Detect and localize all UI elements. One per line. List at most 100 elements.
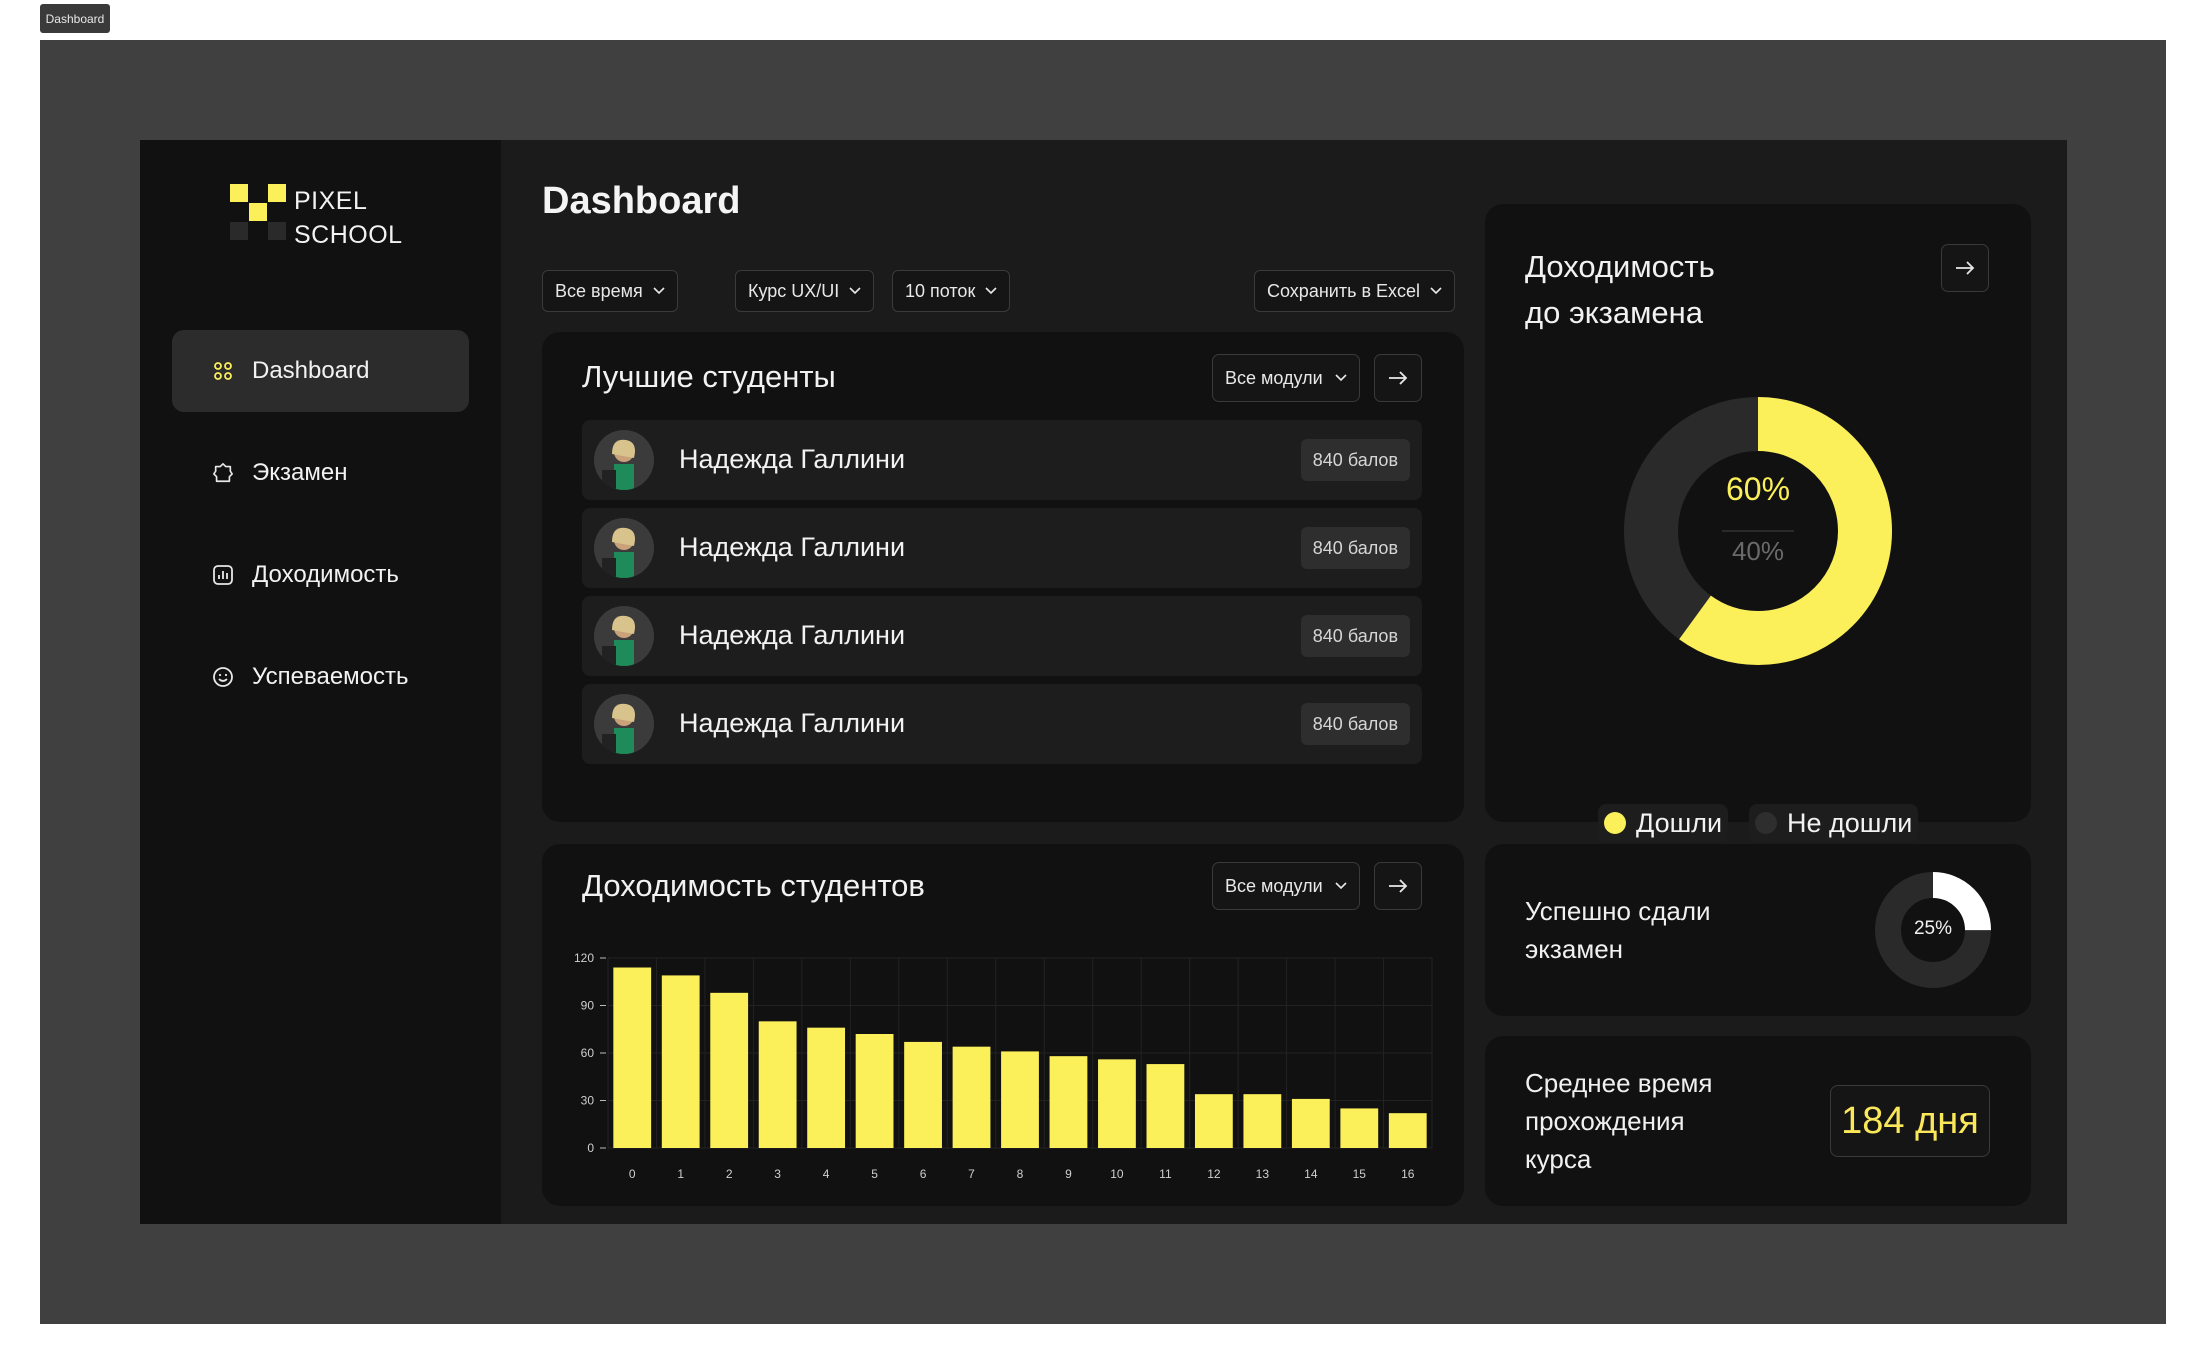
open-students-retention-button[interactable] <box>1374 862 1422 910</box>
retention-donut-chart <box>1624 397 1892 665</box>
chevron-down-icon <box>653 287 665 295</box>
stream-select[interactable]: 10 поток <box>892 270 1011 312</box>
reached-percent: 60% <box>1725 471 1791 507</box>
sidebar-item-label: Dashboard <box>252 357 370 384</box>
x-tick-label: 12 <box>1207 1167 1221 1181</box>
course-select[interactable]: Курс UX/UI <box>735 270 875 312</box>
avg-time-line3: курса <box>1525 1144 1592 1174</box>
x-tick-label: 13 <box>1256 1167 1270 1181</box>
export-excel-button[interactable]: Сохранить в Excel <box>1254 270 1456 312</box>
grid-icon <box>212 360 234 382</box>
passed-exam-card: Успешно сдали экзамен 25% <box>1485 844 2031 1016</box>
bar <box>1340 1108 1379 1148</box>
dark-dot-icon <box>1755 812 1777 834</box>
retention-exam-title-line2: до экзамена <box>1525 295 1704 330</box>
bar <box>904 1041 942 1148</box>
bar <box>1098 1059 1136 1148</box>
chevron-down-icon <box>985 287 997 295</box>
x-tick-label: 0 <box>629 1167 636 1181</box>
student-name: Надежда Галлини <box>679 620 906 650</box>
bar <box>1388 1113 1427 1148</box>
dashboard-app: PIXEL SCHOOL Dashboard Экзамен Доходимос… <box>140 140 2067 1224</box>
modules-select[interactable]: Все модули <box>1212 862 1360 910</box>
legend-reached-label: Дошли <box>1636 807 1723 838</box>
student-row[interactable]: Надежда Галлини 840 балов <box>582 684 1422 764</box>
export-excel-label: Сохранить в Excel <box>1267 280 1421 301</box>
bar <box>758 1021 797 1148</box>
bar <box>1049 1056 1088 1148</box>
bar <box>710 992 749 1148</box>
avg-time-line2: прохождения <box>1525 1106 1685 1136</box>
stream-select-label: 10 поток <box>905 280 976 301</box>
sidebar-item-retention[interactable]: Доходимость <box>172 534 469 616</box>
bar <box>1146 1064 1185 1148</box>
student-name: Надежда Галлини <box>679 708 906 738</box>
arrow-right-icon <box>1956 261 1975 275</box>
period-select[interactable]: Все время <box>542 270 678 312</box>
sidebar-item-performance[interactable]: Успеваемость <box>172 636 469 718</box>
avatar <box>594 694 654 754</box>
bar <box>952 1046 991 1148</box>
bar <box>661 975 700 1148</box>
x-tick-label: 15 <box>1353 1167 1367 1181</box>
logo[interactable]: PIXEL SCHOOL <box>230 184 410 249</box>
x-tick-label: 6 <box>920 1167 927 1181</box>
x-tick-label: 14 <box>1304 1167 1318 1181</box>
best-students-card: Лучшие студенты Все модули Надежда Галли… <box>542 332 1464 822</box>
open-retention-exam-button[interactable] <box>1941 244 1989 292</box>
x-tick-label: 2 <box>726 1167 733 1181</box>
sidebar-item-label: Успеваемость <box>252 663 409 690</box>
y-tick-label: 60 <box>581 1046 595 1060</box>
passed-exam-percent: 25% <box>1913 918 1953 939</box>
best-students-title: Лучшие студенты <box>582 359 836 394</box>
avatar <box>594 430 654 490</box>
bar <box>1243 1094 1282 1148</box>
modules-select[interactable]: Все модули <box>1212 354 1360 402</box>
avg-time-card: Среднее время прохождения курса 184 дня <box>1485 1036 2031 1206</box>
avatar <box>594 518 654 578</box>
student-score-badge: 840 балов <box>1300 439 1410 481</box>
page-title: Dashboard <box>542 180 741 222</box>
bar <box>1001 1051 1039 1148</box>
legend-reached: Дошли <box>1598 804 1729 842</box>
sidebar-item-label: Доходимость <box>252 561 399 588</box>
retention-exam-title: Доходимость до экзамена <box>1525 244 1715 336</box>
avg-time-value: 184 дня <box>1830 1085 1990 1157</box>
passed-exam-line2: экзамен <box>1525 934 1624 964</box>
x-tick-label: 7 <box>968 1167 975 1181</box>
legend-not-reached-label: Не дошли <box>1787 807 1913 838</box>
student-row[interactable]: Надежда Галлини 840 балов <box>582 596 1422 676</box>
bar <box>807 1027 846 1148</box>
chart-icon <box>212 564 234 586</box>
x-tick-label: 9 <box>1065 1167 1072 1181</box>
logo-text: PIXEL SCHOOL <box>294 184 403 252</box>
course-select-label: Курс UX/UI <box>748 280 840 301</box>
x-tick-label: 10 <box>1110 1167 1124 1181</box>
sidebar: PIXEL SCHOOL Dashboard Экзамен Доходимос… <box>140 140 501 1224</box>
student-row[interactable]: Надежда Галлини 840 балов <box>582 508 1422 588</box>
open-best-students-button[interactable] <box>1374 354 1422 402</box>
y-tick-label: 120 <box>574 951 594 965</box>
logo-line2: SCHOOL <box>294 221 403 249</box>
modules-select-label: Все модули <box>1225 367 1323 388</box>
yellow-dot-icon <box>1604 812 1626 834</box>
y-tick-label: 30 <box>581 1094 595 1108</box>
smile-icon <box>212 666 234 688</box>
sidebar-item-exam[interactable]: Экзамен <box>172 432 469 514</box>
students-retention-card: Доходимость студентов Все модули 0 30 60 90… <box>542 844 1464 1206</box>
student-row[interactable]: Надежда Галлини 840 балов <box>582 420 1422 500</box>
x-tick-label: 11 <box>1159 1167 1172 1181</box>
x-tick-label: 1 <box>677 1167 684 1181</box>
avatar <box>594 606 654 666</box>
avg-time-line1: Среднее время <box>1525 1068 1713 1098</box>
x-tick-label: 16 <box>1401 1167 1415 1181</box>
period-select-label: Все время <box>555 280 643 301</box>
chevron-down-icon <box>849 287 861 295</box>
student-score-badge: 840 балов <box>1300 527 1410 569</box>
sidebar-nav: Dashboard Экзамен Доходимость Успеваемос… <box>172 330 469 738</box>
legend-not-reached: Не дошли <box>1749 804 1919 842</box>
sidebar-item-dashboard[interactable]: Dashboard <box>172 330 469 412</box>
x-tick-label: 8 <box>1017 1167 1024 1181</box>
x-tick-label: 5 <box>871 1167 878 1181</box>
student-name: Надежда Галлини <box>679 532 906 562</box>
